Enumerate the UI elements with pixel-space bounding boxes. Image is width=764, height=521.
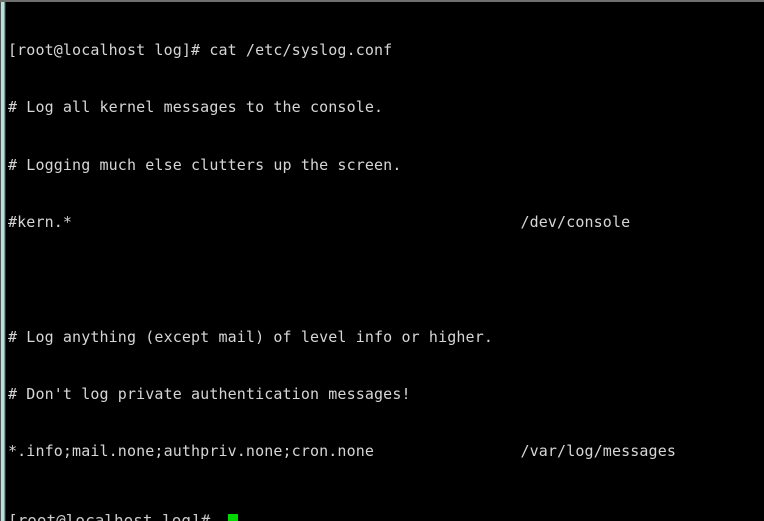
output-line-blank <box>8 270 764 289</box>
output-line: #kern.* /dev/console <box>8 213 631 232</box>
output-line: *.info;mail.none;authpriv.none;cron.none… <box>8 442 677 461</box>
output-line: # Log anything (except mail) of level in… <box>8 327 493 346</box>
window-top-edge <box>0 0 764 2</box>
output-line: # Log all kernel messages to the console… <box>8 98 384 117</box>
terminal-window[interactable]: [root@localhost log]# cat /etc/syslog.co… <box>0 0 764 521</box>
command-line: [root@localhost log]# cat /etc/syslog.co… <box>8 41 393 60</box>
left-scrollbar-strip[interactable] <box>0 0 7 521</box>
final-prompt-row[interactable]: [root@localhost log]# <box>8 511 764 521</box>
output-line: # Logging much else clutters up the scre… <box>8 155 402 174</box>
final-prompt-text: [root@localhost log]# <box>8 511 211 521</box>
output-line: # Don't log private authentication messa… <box>8 384 411 403</box>
terminal-screen[interactable]: [root@localhost log]# cat /etc/syslog.co… <box>0 0 764 521</box>
block-cursor <box>228 514 238 521</box>
